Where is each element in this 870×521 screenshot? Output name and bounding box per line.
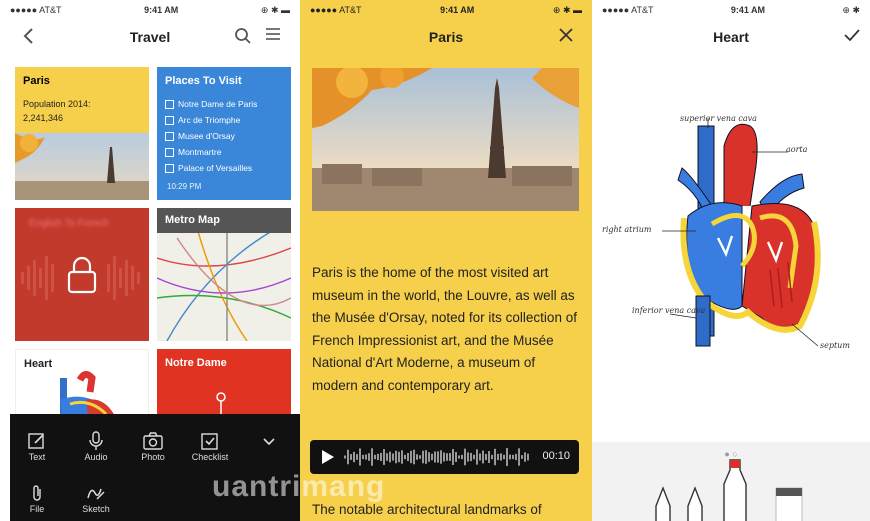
- paris-thumbnail-image: [15, 133, 149, 200]
- tool-label: Sketch: [82, 504, 110, 514]
- travel-list-screen: ●●●●● AT&T 9:41 AM ⊕ ✱ ▬ Travel Paris Po…: [0, 0, 300, 521]
- audio-duration: 00:10: [542, 450, 570, 462]
- microphone-icon: [89, 431, 103, 450]
- watermark-text: uantrimang: [212, 470, 386, 503]
- paris-note-screen: ●●●●● AT&T 9:41 AM ⊕ ✱ ▬ Paris Paris is …: [300, 0, 592, 521]
- checkbox-icon[interactable]: [165, 99, 174, 109]
- nav-bar: Paris: [300, 22, 592, 52]
- pen-tool-icon[interactable]: [684, 486, 706, 521]
- checklist-tool-button[interactable]: Checklist: [185, 430, 235, 462]
- pencil-tool-icon[interactable]: [652, 486, 674, 521]
- card-title: Heart: [24, 358, 53, 370]
- checklist-item[interactable]: Montmartre: [165, 144, 257, 160]
- page-title: Paris: [428, 29, 464, 45]
- population-label: Population 2014:: [23, 99, 91, 109]
- note-card-places-to-visit[interactable]: Places To Visit Notre Dame de Paris Arc …: [157, 67, 291, 200]
- heart-sketch-screen: ●●●●● AT&T 9:41 AM ⊕ ✱ Heart superior ve…: [592, 0, 870, 521]
- new-note-toolbar: Text Audio Photo Checklist File Sketch: [10, 414, 300, 521]
- status-icons: ⊕ ✱: [842, 4, 860, 15]
- checkmark-icon[interactable]: [842, 27, 862, 47]
- page-title: Travel: [129, 29, 171, 45]
- card-title: Paris: [23, 75, 50, 87]
- note-body-text[interactable]: Paris is the home of the most visited ar…: [312, 262, 580, 398]
- status-bar: ●●●●● AT&T 9:41 AM ⊕ ✱ ▬: [0, 0, 300, 20]
- checklist-label: Montmartre: [178, 147, 222, 157]
- tool-label: File: [29, 504, 45, 514]
- note-card-locked[interactable]: English To French: [15, 208, 149, 341]
- checklist-label: Arc de Triomphe: [178, 115, 241, 125]
- sketch-tool-button[interactable]: Sketch: [71, 482, 121, 514]
- clock: 9:41 AM: [440, 5, 475, 15]
- clock: 9:41 AM: [144, 5, 179, 15]
- note-card-paris[interactable]: Paris Population 2014: 2,241,346: [15, 67, 149, 200]
- paperclip-icon: [33, 485, 41, 501]
- checklist-item[interactable]: Musee d'Orsay: [165, 128, 257, 144]
- status-bar: ●●●●● AT&T 9:41 AM ⊕ ✱ ▬: [300, 0, 592, 20]
- checklist-item[interactable]: Palace of Versailles: [165, 160, 257, 176]
- audio-player[interactable]: 00:10: [310, 440, 579, 474]
- audio-waveform[interactable]: [344, 445, 532, 469]
- nav-bar: Heart: [592, 22, 870, 52]
- file-tool-button[interactable]: File: [12, 482, 62, 514]
- audio-tool-button[interactable]: Audio: [71, 430, 121, 462]
- label-right-atrium: right atrium: [602, 225, 652, 234]
- nav-bar: Travel: [0, 22, 300, 52]
- card-title: Places To Visit: [165, 75, 242, 87]
- page-title: Heart: [713, 29, 749, 45]
- menu-icon[interactable]: [263, 27, 283, 47]
- carrier-label: ●●●●● AT&T: [602, 5, 654, 15]
- note-body-text-continued[interactable]: The notable architectural landmarks of: [312, 502, 580, 517]
- text-tool-button[interactable]: Text: [12, 430, 62, 462]
- card-text: Population 2014: 2,241,346: [23, 97, 91, 125]
- label-aorta: aorta: [786, 145, 808, 154]
- status-bar: ●●●●● AT&T 9:41 AM ⊕ ✱: [592, 0, 870, 20]
- tool-label: Audio: [84, 452, 108, 462]
- carrier-label: ●●●●● AT&T: [10, 5, 62, 15]
- squiggle-icon: [87, 488, 105, 500]
- checkbox-icon[interactable]: [165, 115, 174, 125]
- card-timestamp: 10:29 PM: [167, 182, 202, 191]
- checkbox-icon[interactable]: [165, 147, 174, 157]
- checkbox-icon: [201, 433, 218, 450]
- tool-label: Checklist: [191, 452, 229, 462]
- card-title: Metro Map: [165, 214, 220, 226]
- checklist: Notre Dame de Paris Arc de Triomphe Muse…: [165, 96, 257, 176]
- chevron-down-icon: [263, 438, 275, 446]
- pencil-square-icon: [28, 433, 44, 449]
- checklist-label: Palace of Versailles: [178, 163, 253, 173]
- tool-label: Photo: [141, 452, 165, 462]
- label-septum: septum: [820, 341, 850, 350]
- status-icons: ⊕ ✱ ▬: [552, 4, 582, 15]
- checklist-item[interactable]: Notre Dame de Paris: [165, 96, 257, 112]
- paris-eiffel-photo: [312, 68, 579, 211]
- search-icon[interactable]: [233, 27, 253, 47]
- card-title-blurred: English To French: [29, 218, 109, 229]
- clock: 9:41 AM: [730, 5, 766, 15]
- tool-label: Text: [28, 452, 46, 462]
- collapse-toolbar-button[interactable]: [244, 430, 294, 452]
- close-icon[interactable]: [556, 27, 576, 47]
- drawing-tools-tray: ● ○: [592, 442, 870, 521]
- carrier-label: ●●●●● AT&T: [310, 5, 362, 15]
- card-title: Notre Dame: [165, 357, 227, 369]
- marker-tool-icon[interactable]: [720, 456, 750, 521]
- checkbox-icon[interactable]: [165, 163, 174, 173]
- population-value: 2,241,346: [23, 113, 64, 123]
- play-icon[interactable]: [322, 450, 334, 464]
- checklist-label: Musee d'Orsay: [178, 131, 235, 141]
- note-card-metro-map[interactable]: Metro Map: [157, 208, 291, 341]
- checklist-item[interactable]: Arc de Triomphe: [165, 112, 257, 128]
- eraser-tool-icon[interactable]: [774, 486, 804, 521]
- camera-icon: [143, 432, 163, 450]
- label-inferior-vena-cava: inferior vena cava: [632, 306, 706, 315]
- checklist-label: Notre Dame de Paris: [178, 99, 258, 109]
- lock-icon: [67, 256, 97, 294]
- checkbox-icon[interactable]: [165, 131, 174, 141]
- status-icons: ⊕ ✱ ▬: [260, 4, 290, 15]
- photo-tool-button[interactable]: Photo: [128, 430, 178, 462]
- label-superior-vena-cava: superior vena cava: [680, 114, 757, 123]
